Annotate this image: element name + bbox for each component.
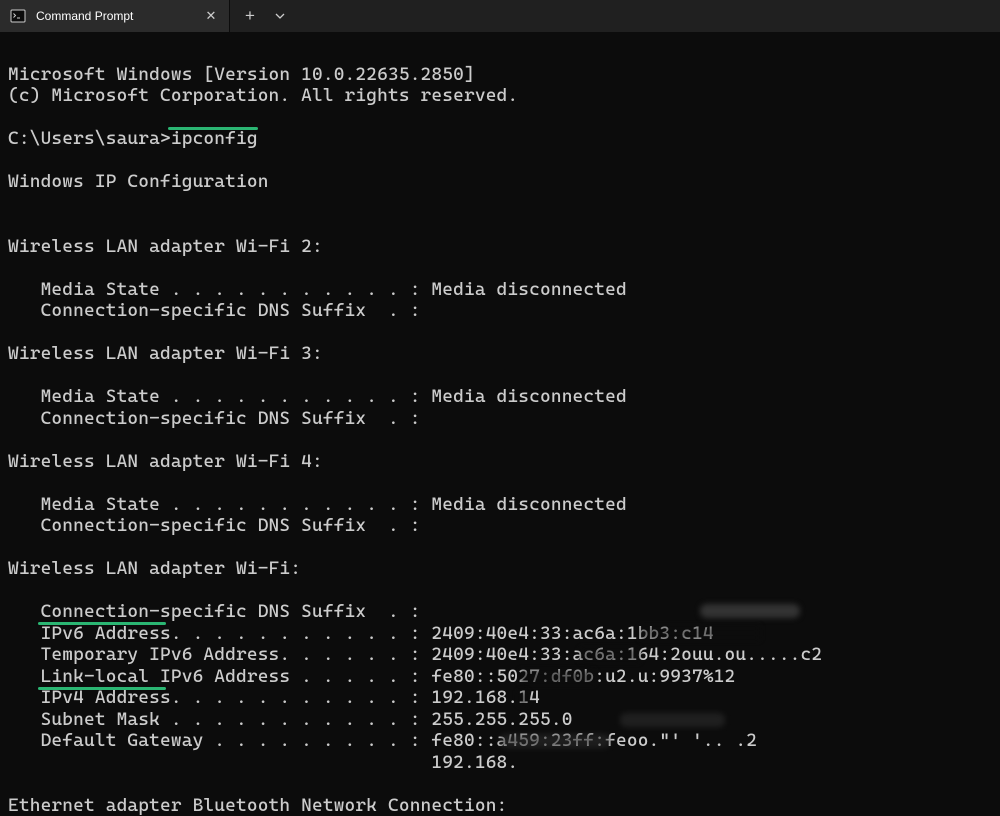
output-line: Connection-specific DNS Suffix . : xyxy=(8,601,421,622)
output-line: Media State . . . . . . . . . . . : Medi… xyxy=(8,386,627,407)
output-line: Media State . . . . . . . . . . . : Medi… xyxy=(8,279,627,300)
censor-overlay xyxy=(500,734,610,748)
adapter-title: Wireless LAN adapter Wi-Fi 3: xyxy=(8,343,323,364)
output-line: IPv6 Address. . . . . . . . . . . : 2409… xyxy=(8,623,714,644)
close-icon[interactable]: ✕ xyxy=(203,8,219,24)
tab-dropdown-button[interactable] xyxy=(266,0,294,32)
tab-command-prompt[interactable]: Command Prompt ✕ xyxy=(0,0,230,32)
output-line: Link-local IPv6 Address . . . . . : fe80… xyxy=(8,666,735,687)
output-line: Media State . . . . . . . . . . . : Medi… xyxy=(8,494,627,515)
highlight-ipconfig xyxy=(168,127,258,130)
output-line: Connection-specific DNS Suffix . : xyxy=(8,515,421,536)
prompt: C:\Users\saura> xyxy=(8,128,171,149)
section-header: Windows IP Configuration xyxy=(8,171,269,192)
highlight-ipv4-address xyxy=(38,687,166,690)
terminal-icon xyxy=(10,8,26,24)
censor-overlay xyxy=(620,713,725,727)
titlebar: Command Prompt ✕ + xyxy=(0,0,1000,32)
banner-line: (c) Microsoft Corporation. All rights re… xyxy=(8,85,518,106)
command-text: ipconfig xyxy=(171,128,258,149)
tab-title: Command Prompt xyxy=(36,9,193,23)
output-line: Subnet Mask . . . . . . . . . . . : 255.… xyxy=(8,709,573,730)
adapter-title: Wireless LAN adapter Wi-Fi 4: xyxy=(8,451,323,472)
adapter-title: Wireless LAN adapter Wi-Fi 2: xyxy=(8,236,323,257)
censor-overlay xyxy=(700,604,800,618)
censor-overlay xyxy=(640,626,760,640)
terminal-output[interactable]: Microsoft Windows [Version 10.0.22635.28… xyxy=(0,32,1000,816)
highlight-ipv6-address xyxy=(38,622,166,625)
censor-overlay xyxy=(518,691,528,705)
censor-overlay xyxy=(580,648,640,662)
banner-line: Microsoft Windows [Version 10.0.22635.28… xyxy=(8,64,475,85)
output-line: IPv4 Address. . . . . . . . . . . : 192.… xyxy=(8,687,540,708)
censor-overlay xyxy=(520,670,595,684)
output-line: Connection-specific DNS Suffix . : xyxy=(8,300,421,321)
adapter-title: Ethernet adapter Bluetooth Network Conne… xyxy=(8,795,507,816)
output-line: Connection-specific DNS Suffix . : xyxy=(8,408,421,429)
output-line: 192.168. xyxy=(8,752,518,773)
output-line: Default Gateway . . . . . . . . . : fe80… xyxy=(8,730,757,751)
adapter-title: Wireless LAN adapter Wi-Fi: xyxy=(8,558,301,579)
new-tab-button[interactable]: + xyxy=(234,0,266,32)
output-line: Temporary IPv6 Address. . . . . . : 2409… xyxy=(8,644,822,665)
